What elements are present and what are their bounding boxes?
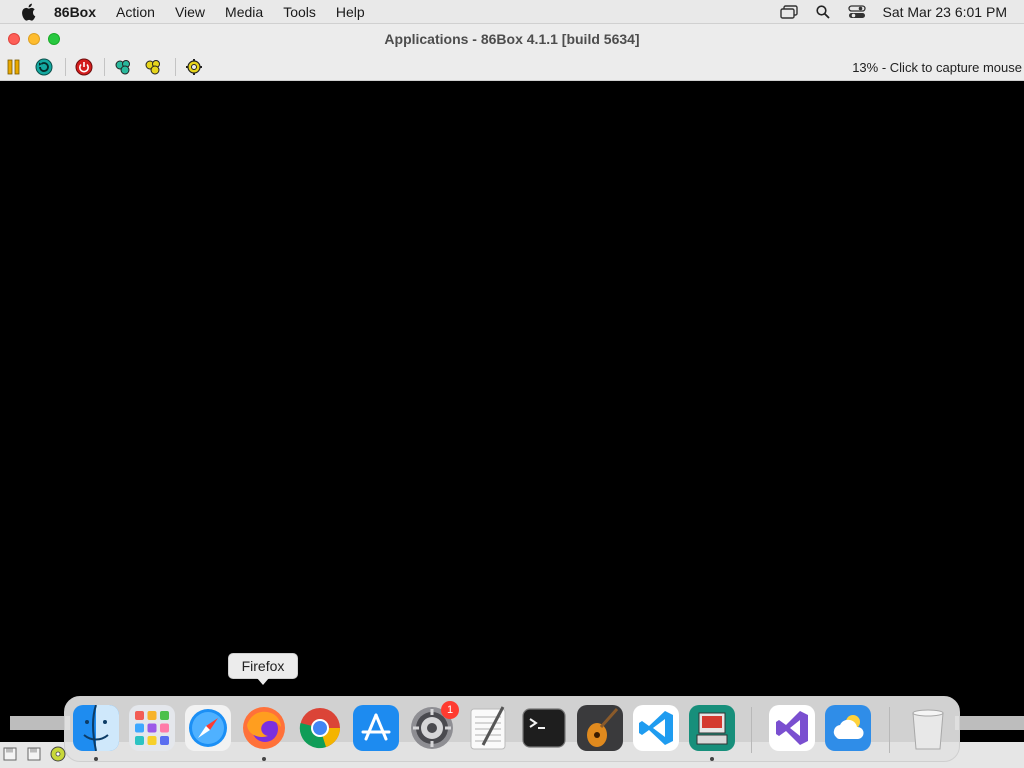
vscode-icon [633,705,679,751]
dock-item-launchpad[interactable] [129,705,175,751]
pause-icon[interactable] [4,57,24,77]
86box-icon [689,705,735,751]
chrome-icon [299,708,340,749]
window-stack-icon[interactable] [772,5,806,19]
textedit-icon [470,706,506,750]
status-strip [10,716,70,730]
dock-item-system-preferences[interactable]: 1 [409,701,459,751]
window-title-bar: Applications - 86Box 4.1.1 [build 5634] [0,24,1024,52]
visual-studio-icon [769,705,815,751]
menu-app-name[interactable]: 86Box [44,0,106,24]
toolbar-separator [104,58,105,76]
dock-item-86box[interactable] [689,705,735,751]
menu-tools[interactable]: Tools [273,0,326,24]
dock-item-finder[interactable] [73,705,119,751]
menu-view[interactable]: View [165,0,215,24]
toolbar-separator [175,58,176,76]
firefox-icon [243,707,285,749]
dock-item-garageband[interactable] [577,705,623,751]
dock-item-vscode[interactable] [633,705,679,751]
emulator-display[interactable] [0,81,1024,768]
weather-icon [825,705,871,751]
dock-item-app-store[interactable] [353,705,399,751]
dock-separator [889,707,890,753]
menu-help[interactable]: Help [326,0,375,24]
dock-separator [751,707,752,753]
emulator-toolbar: 13% - Click to capture mouse [0,52,1024,81]
dock-item-chrome[interactable] [297,705,343,751]
power-icon[interactable] [74,57,94,77]
running-indicator [710,757,714,761]
menu-action[interactable]: Action [106,0,165,24]
toolbar-separator [65,58,66,76]
floppy-drive-icon[interactable] [2,746,18,762]
dock-item-textedit[interactable] [465,705,511,751]
ctrl-alt-esc-icon[interactable] [144,57,164,77]
dock: 1 [64,696,960,762]
dock-item-visual-studio[interactable] [769,705,815,751]
app-store-icon [353,705,399,751]
launchpad-icon [129,705,175,751]
floppy-drive-2-icon[interactable] [26,746,42,762]
terminal-icon [522,708,566,748]
dock-item-safari[interactable] [185,705,231,751]
menu-bar-clock[interactable]: Sat Mar 23 6:01 PM [882,4,1007,20]
dock-item-weather[interactable] [825,705,871,751]
dock-tooltip: Firefox [228,653,298,685]
mouse-capture-status[interactable]: 13% - Click to capture mouse [852,60,1022,75]
menu-media[interactable]: Media [215,0,273,24]
notification-badge: 1 [441,701,459,719]
status-strip [955,716,1024,730]
apple-logo-icon[interactable] [17,3,39,21]
ctrl-alt-del-icon[interactable] [114,57,134,77]
menu-bar: 86Box Action View Media Tools Help Sat M… [0,0,1024,24]
running-indicator [94,757,98,761]
running-indicator [262,757,266,761]
finder-icon [73,705,119,751]
safari-icon [185,705,231,751]
search-icon[interactable] [806,5,840,19]
control-center-icon[interactable] [840,5,874,19]
dock-item-trash[interactable] [905,705,951,751]
window-title: Applications - 86Box 4.1.1 [build 5634] [384,31,640,47]
settings-icon[interactable] [184,57,204,77]
dock-item-terminal[interactable] [521,705,567,751]
garageband-icon [577,705,623,751]
trash-icon [912,709,944,750]
dock-item-firefox[interactable] [241,705,287,751]
reset-icon[interactable] [34,57,54,77]
